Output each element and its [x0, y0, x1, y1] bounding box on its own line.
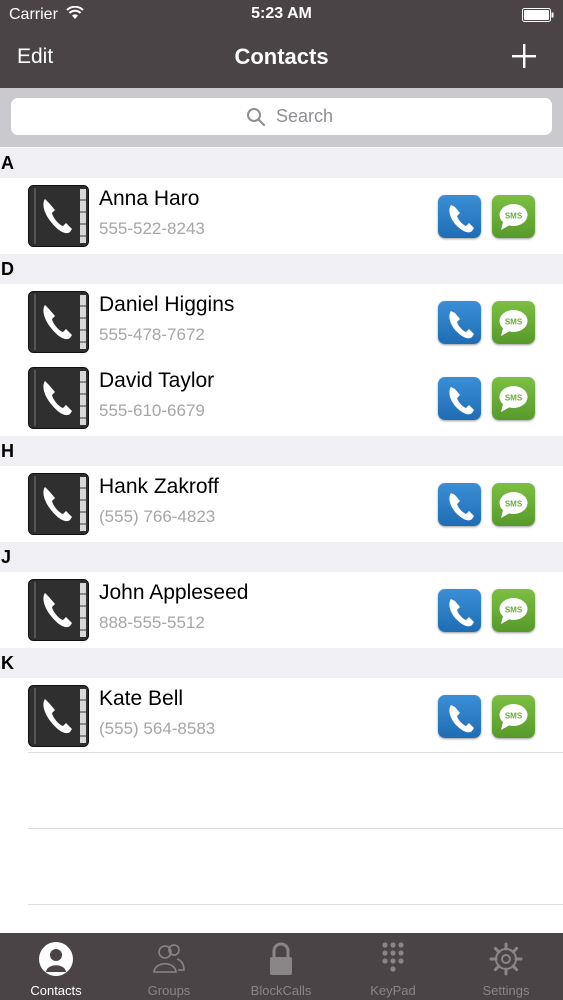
contact-book-icon [28, 473, 89, 535]
sms-button[interactable]: SMS [492, 483, 535, 526]
section-header: D [0, 254, 563, 284]
sms-button[interactable]: SMS [492, 377, 535, 420]
sms-button[interactable]: SMS [492, 695, 535, 738]
person-icon [39, 942, 73, 976]
svg-text:SMS: SMS [505, 212, 523, 221]
search-placeholder: Search [276, 106, 334, 126]
contact-name: Anna Haro [99, 187, 200, 210]
contact-phone: 555-478-7672 [99, 325, 205, 344]
contact-phone: 555-610-6679 [99, 401, 205, 420]
section-letter: A [1, 153, 14, 173]
section-header: H [0, 436, 563, 466]
section-letter: K [1, 653, 14, 673]
contact-row[interactable]: David Taylor 555-610-6679 SMS [0, 360, 563, 436]
lock-icon [270, 942, 292, 975]
section-letter: H [1, 441, 14, 461]
contact-row[interactable]: Kate Bell (555) 564-8583 SMS [0, 678, 563, 754]
search-input[interactable]: Search [11, 98, 552, 135]
tab-label: BlockCalls [250, 983, 312, 998]
row-divider [28, 752, 563, 753]
tab-keypad[interactable]: KeyPad [337, 933, 449, 1000]
page-title: Contacts [234, 44, 329, 69]
sms-button[interactable]: SMS [492, 301, 535, 344]
call-button[interactable] [438, 377, 481, 420]
contact-phone: 888-555-5512 [99, 613, 205, 632]
sms-button[interactable]: SMS [492, 589, 535, 632]
svg-text:SMS: SMS [505, 606, 523, 615]
contact-row[interactable]: Anna Haro 555-522-8243 SMS [0, 178, 563, 254]
top-bar: Carrier 5:23 AM Edit Contacts [0, 0, 563, 88]
contact-book-icon [28, 685, 89, 747]
contact-name: Hank Zakroff [99, 475, 219, 498]
tab-label: Groups [147, 983, 191, 998]
tab-settings[interactable]: Settings [450, 933, 562, 1000]
tab-label: KeyPad [370, 983, 416, 998]
row-divider [28, 904, 563, 905]
groups-icon [153, 944, 185, 973]
tab-label: Settings [482, 983, 530, 998]
section-letter: D [1, 259, 14, 279]
status-bar: Carrier 5:23 AM [0, 0, 563, 30]
contact-book-icon [28, 579, 89, 641]
call-button[interactable] [438, 301, 481, 344]
tab-contacts[interactable]: Contacts [0, 933, 112, 1000]
call-button[interactable] [438, 483, 481, 526]
gear-icon [489, 942, 523, 976]
contact-row[interactable]: John Appleseed 888-555-5512 SMS [0, 572, 563, 648]
section-header: K [0, 648, 563, 678]
contact-phone: (555) 766-4823 [99, 507, 216, 526]
keypad-icon [382, 942, 404, 972]
contact-phone: 555-522-8243 [99, 219, 205, 238]
contact-book-icon [28, 291, 89, 353]
search-area: Search [0, 88, 563, 147]
contact-row[interactable]: Hank Zakroff (555) 766-4823 SMS [0, 466, 563, 542]
contact-row[interactable]: Daniel Higgins 555-478-7672 SMS [0, 284, 563, 360]
add-icon[interactable] [511, 43, 537, 69]
section-header: J [0, 542, 563, 572]
contact-phone: (555) 564-8583 [99, 719, 216, 738]
tab-blockcalls[interactable]: BlockCalls [225, 933, 337, 1000]
svg-text:SMS: SMS [505, 318, 523, 327]
svg-text:SMS: SMS [505, 500, 523, 509]
section-header: A [0, 148, 563, 178]
search-icon [247, 108, 266, 127]
section-letter: J [1, 547, 12, 567]
svg-text:SMS: SMS [505, 394, 523, 403]
tab-groups[interactable]: Groups [113, 933, 225, 1000]
svg-text:SMS: SMS [505, 712, 523, 721]
tab-label: Contacts [30, 983, 82, 998]
call-button[interactable] [438, 589, 481, 632]
contact-name: John Appleseed [99, 581, 249, 604]
tab-bar: Contacts Groups BlockCalls KeyPad Settin… [0, 933, 563, 1000]
contact-book-icon [28, 367, 89, 429]
contact-name: Daniel Higgins [99, 293, 235, 316]
sms-button[interactable]: SMS [492, 195, 535, 238]
battery-icon [522, 8, 554, 22]
status-time: 5:23 AM [251, 5, 312, 22]
contact-name: Kate Bell [99, 687, 184, 710]
call-button[interactable] [438, 695, 481, 738]
contact-name: David Taylor [99, 369, 215, 392]
row-divider [28, 828, 563, 829]
call-button[interactable] [438, 195, 481, 238]
contact-book-icon [28, 185, 89, 247]
